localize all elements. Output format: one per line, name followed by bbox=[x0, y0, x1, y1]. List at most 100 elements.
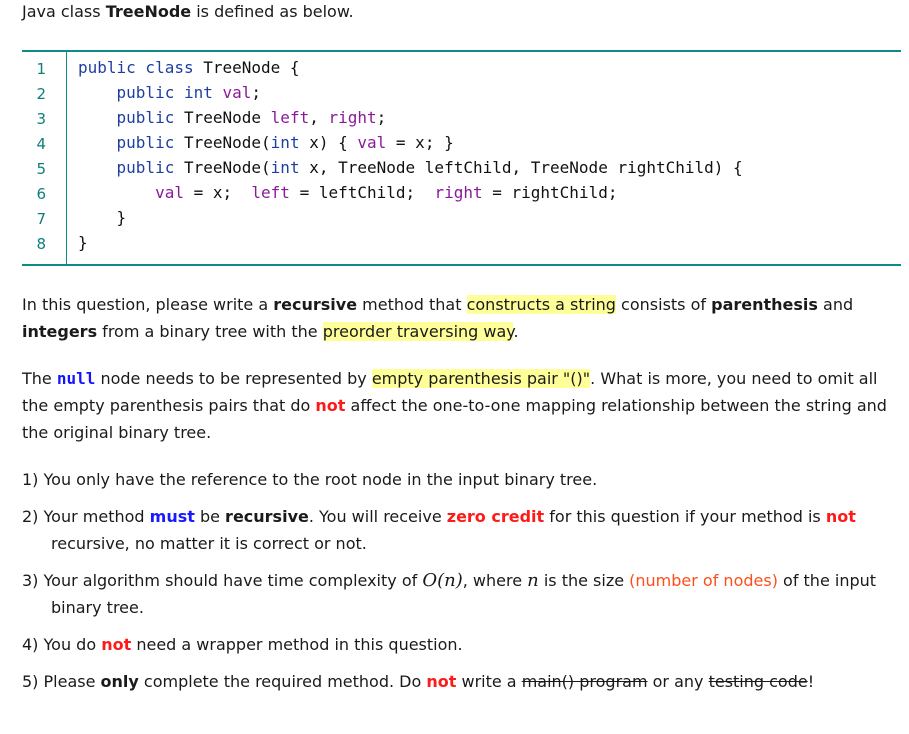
text: write a bbox=[456, 672, 522, 691]
rule-number: 4) bbox=[22, 635, 44, 654]
text: be bbox=[194, 507, 226, 526]
bold-integers: integers bbox=[22, 322, 98, 341]
rule-number: 3) bbox=[22, 571, 44, 590]
emphasis-not: not bbox=[426, 672, 457, 691]
null-keyword: null bbox=[56, 369, 96, 388]
text: or any bbox=[647, 672, 709, 691]
paragraph-null-rule: The null node needs to be represented by… bbox=[22, 365, 892, 446]
code-token: val bbox=[155, 183, 184, 202]
text: for this question if your method is bbox=[544, 507, 826, 526]
rule-number: 5) bbox=[22, 672, 44, 691]
code-token: left bbox=[270, 108, 310, 127]
code-token: public class bbox=[78, 58, 204, 77]
line-number: 5 bbox=[36, 160, 46, 178]
line-number: 6 bbox=[36, 185, 46, 203]
text: . You will receive bbox=[308, 507, 447, 526]
text: Please bbox=[43, 672, 101, 691]
intro-text: Java class TreeNode is defined as below. bbox=[22, 1, 354, 23]
code-token: } bbox=[78, 233, 88, 252]
text: complete the required method. Do bbox=[138, 672, 427, 691]
math-n: n bbox=[527, 570, 539, 591]
highlight-constructs-string: constructs a string bbox=[466, 295, 616, 314]
code-token: val bbox=[357, 133, 387, 152]
text: is the size bbox=[538, 571, 630, 590]
emphasis-not: not bbox=[101, 635, 132, 654]
code-token: public bbox=[78, 133, 184, 152]
strikethrough-testing-code: testing code bbox=[708, 672, 808, 691]
text: You do bbox=[43, 635, 102, 654]
rule-number: 1) bbox=[22, 470, 44, 489]
strikethrough-main-program: main() program bbox=[521, 672, 648, 691]
code-line: public int val; bbox=[78, 83, 262, 102]
rule-item-4: 4) You do not need a wrapper method in t… bbox=[22, 631, 892, 658]
bold-recursive: recursive bbox=[225, 507, 309, 526]
code-token: int bbox=[270, 133, 310, 152]
text: node needs to be represented by bbox=[95, 369, 372, 388]
code-token: , bbox=[309, 108, 329, 127]
code-token: TreeNode( bbox=[183, 133, 271, 152]
paragraph-description: In this question, please write a recursi… bbox=[22, 291, 892, 345]
rule-number: 2) bbox=[22, 507, 44, 526]
text: Your method bbox=[43, 507, 150, 526]
code-token: public int bbox=[78, 83, 223, 102]
rule-item-3: 3) Your algorithm should have time compl… bbox=[22, 567, 892, 621]
code-token: ; bbox=[376, 108, 387, 127]
emphasis-zero-credit: zero credit bbox=[446, 507, 545, 526]
code-token: = rightChild; bbox=[482, 183, 618, 202]
line-number: 7 bbox=[36, 210, 46, 228]
text: . bbox=[513, 322, 519, 341]
bold-recursive: recursive bbox=[273, 295, 358, 314]
bold-only: only bbox=[100, 672, 139, 691]
code-token: = leftChild; bbox=[289, 183, 435, 202]
code-line: } bbox=[78, 233, 88, 252]
code-token: right bbox=[328, 108, 377, 127]
code-token: x, TreeNode leftChild, TreeNode rightChi… bbox=[309, 158, 743, 177]
line-number: 8 bbox=[36, 235, 46, 253]
text: consists of bbox=[615, 295, 712, 314]
text: ! bbox=[807, 672, 815, 691]
code-token: right bbox=[434, 183, 483, 202]
highlight-empty-pair: empty parenthesis pair "()" bbox=[371, 369, 591, 388]
emphasis-must: must bbox=[149, 507, 195, 526]
code-line: public TreeNode(int x) { val = x; } bbox=[78, 133, 454, 152]
code-token: public bbox=[78, 108, 184, 127]
code-token: int bbox=[270, 158, 310, 177]
intro-prefix: Java class bbox=[22, 2, 106, 21]
code-line: public TreeNode(int x, TreeNode leftChil… bbox=[78, 158, 743, 177]
code-line: public TreeNode left, right; bbox=[78, 108, 387, 127]
code-block: 1 2 3 4 5 6 7 8 public class TreeNode { public … bbox=[22, 50, 901, 266]
code-token: TreeNode( bbox=[183, 158, 271, 177]
intro-suffix: is defined as below. bbox=[191, 2, 354, 21]
bold-parenthesis: parenthesis bbox=[711, 295, 818, 314]
emphasis-not: not bbox=[315, 396, 346, 415]
class-name: TreeNode bbox=[105, 2, 192, 21]
text: method that bbox=[357, 295, 467, 314]
line-number: 1 bbox=[36, 60, 46, 78]
text: Your algorithm should have time complexi… bbox=[43, 571, 423, 590]
code-token: public bbox=[78, 158, 184, 177]
text: The bbox=[22, 369, 57, 388]
text: from a binary tree with the bbox=[97, 322, 323, 341]
line-number-gutter: 1 2 3 4 5 6 7 8 bbox=[22, 52, 67, 264]
rule-item-2: 2) Your method must be recursive. You wi… bbox=[22, 503, 892, 557]
math-big-o: O(n) bbox=[422, 570, 463, 591]
code-token: ; bbox=[251, 83, 262, 102]
code-token: val bbox=[222, 83, 252, 102]
text: You only have the reference to the root … bbox=[43, 470, 598, 489]
code-token: } bbox=[78, 208, 127, 227]
code-token: = x; } bbox=[386, 133, 454, 152]
text: need a wrapper method in this question. bbox=[131, 635, 463, 654]
rule-item-1: 1) You only have the reference to the ro… bbox=[22, 466, 892, 493]
highlight-preorder: preorder traversing way bbox=[322, 322, 514, 341]
code-line: } bbox=[78, 208, 127, 227]
emphasis-not: not bbox=[825, 507, 856, 526]
code-token: = x; bbox=[183, 183, 252, 202]
text: , where bbox=[462, 571, 528, 590]
text: In this question, please write a bbox=[22, 295, 274, 314]
note-number-of-nodes: (number of nodes) bbox=[629, 571, 778, 590]
code-token: TreeNode bbox=[183, 108, 271, 127]
code-token: x) { bbox=[309, 133, 358, 152]
code-token: TreeNode { bbox=[203, 58, 300, 77]
text: and bbox=[817, 295, 854, 314]
